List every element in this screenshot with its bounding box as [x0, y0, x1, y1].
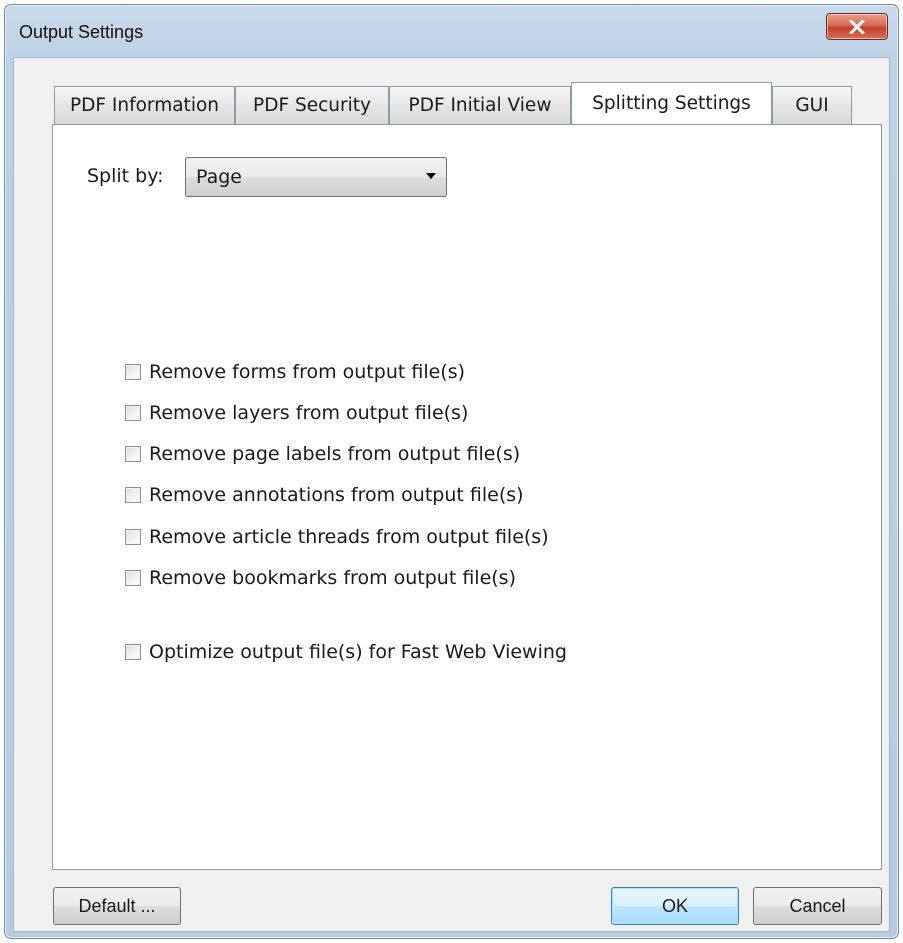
split-by-value: Page	[196, 166, 242, 188]
checkbox[interactable]	[125, 405, 141, 421]
title-bar[interactable]: Output Settings	[5, 5, 898, 57]
option-remove-annotations[interactable]: Remove annotations from output file(s)	[125, 482, 524, 508]
split-by-dropdown[interactable]: Page	[185, 157, 447, 197]
button-label: Cancel	[789, 895, 846, 916]
tab-splitting-settings[interactable]: Splitting Settings	[571, 82, 772, 124]
close-icon	[849, 19, 865, 34]
split-by-label: Split by:	[87, 165, 164, 187]
option-label: Remove article threads from output file(…	[149, 526, 549, 548]
tab-label: PDF Security	[253, 95, 371, 116]
checkbox[interactable]	[125, 570, 141, 586]
chevron-down-icon	[426, 173, 436, 179]
checkbox[interactable]	[125, 529, 141, 545]
tab-label: GUI	[795, 95, 829, 116]
splitting-settings-panel: Split by: Page Remove forms from output …	[52, 124, 882, 870]
checkbox[interactable]	[125, 364, 141, 380]
tab-pdf-information[interactable]: PDF Information	[54, 86, 235, 124]
option-remove-article-threads[interactable]: Remove article threads from output file(…	[125, 524, 549, 550]
window-title: Output Settings	[19, 22, 144, 42]
button-label: Default ...	[78, 895, 156, 916]
option-label: Remove annotations from output file(s)	[149, 484, 524, 506]
default-button[interactable]: Default ...	[53, 887, 181, 925]
checkbox[interactable]	[125, 644, 141, 660]
option-remove-forms[interactable]: Remove forms from output file(s)	[125, 359, 465, 385]
tab-label: PDF Initial View	[408, 95, 552, 116]
option-label: Remove layers from output file(s)	[149, 402, 469, 424]
tab-pdf-initial-view[interactable]: PDF Initial View	[389, 86, 571, 124]
option-remove-page-labels[interactable]: Remove page labels from output file(s)	[125, 441, 520, 467]
option-remove-bookmarks[interactable]: Remove bookmarks from output file(s)	[125, 565, 516, 591]
checkbox[interactable]	[125, 446, 141, 462]
option-label: Remove page labels from output file(s)	[149, 443, 521, 465]
dialog-client-area: PDF Information PDF Security PDF Initial…	[13, 57, 890, 932]
cancel-button[interactable]: Cancel	[753, 887, 882, 925]
option-remove-layers[interactable]: Remove layers from output file(s)	[125, 400, 468, 426]
option-label: Remove bookmarks from output file(s)	[149, 567, 516, 589]
output-settings-window: Output Settings PDF Information PDF Secu…	[4, 4, 899, 939]
tab-label: Splitting Settings	[592, 93, 751, 114]
ok-button[interactable]: OK	[611, 887, 739, 925]
tab-pdf-security[interactable]: PDF Security	[235, 86, 389, 124]
option-label: Optimize output file(s) for Fast Web Vie…	[149, 641, 567, 663]
option-label: Remove forms from output file(s)	[149, 361, 466, 383]
tab-gui[interactable]: GUI	[772, 86, 852, 124]
tab-label: PDF Information	[69, 95, 219, 116]
option-optimize-fast-web-view[interactable]: Optimize output file(s) for Fast Web Vie…	[125, 639, 567, 665]
button-label: OK	[661, 895, 688, 916]
close-button[interactable]	[826, 13, 888, 40]
checkbox[interactable]	[125, 487, 141, 503]
